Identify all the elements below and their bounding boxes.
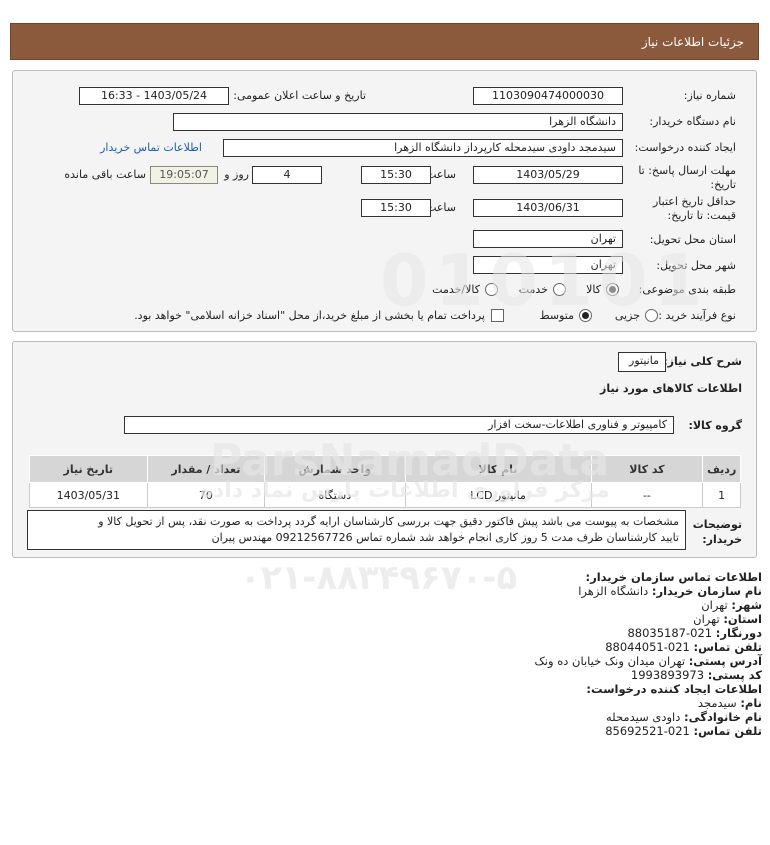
buyer-notes-line-2: تایید کارشناسان ظرف مدت 5 روز کاری انجام… bbox=[211, 531, 679, 544]
city-label: شهر محل تحویل: bbox=[656, 259, 736, 272]
contact-city: شهر: تهران bbox=[701, 598, 762, 612]
city-field[interactable]: تهران bbox=[473, 256, 623, 274]
validity-date-field[interactable]: 1403/06/31 bbox=[473, 199, 623, 217]
category-goods-service-radio[interactable] bbox=[485, 283, 498, 296]
col-header-date: تاریخ نیاز bbox=[29, 455, 148, 483]
validity-label-1: حداقل تاریخ اعتبار bbox=[652, 195, 736, 208]
cell-unit: دستگاه bbox=[264, 482, 406, 508]
creator-family: نام خانوادگی: داودی سیدمحله bbox=[606, 710, 762, 724]
contact-province: استان: تهران bbox=[693, 612, 762, 626]
treasury-payment-checkbox[interactable] bbox=[491, 309, 504, 322]
contact-title: اطلاعات تماس سازمان خریدار: bbox=[585, 570, 762, 584]
buyer-org-label: نام دستگاه خریدار: bbox=[649, 115, 736, 128]
announce-field[interactable]: 1403/05/24 - 16:33 bbox=[79, 87, 229, 105]
announce-label: تاریخ و ساعت اعلان عمومی: bbox=[233, 89, 366, 102]
contact-fax: دورنگار: 021-88035187 bbox=[627, 626, 762, 640]
category-goods-label: کالا bbox=[586, 283, 601, 296]
buyer-org-field[interactable]: دانشگاه الزهرا bbox=[173, 113, 623, 131]
buyer-notes-label-2: خریدار: bbox=[702, 533, 742, 546]
goods-group-label: گروه کالا: bbox=[688, 419, 742, 432]
table-header-row: ردیف کد کالا نام کالا واحد شمارش تعداد /… bbox=[29, 455, 741, 483]
category-service-label: خدمت bbox=[518, 283, 548, 296]
contact-org: نام سازمان خریدار: دانشگاه الزهرا bbox=[578, 584, 762, 598]
creator-name: نام: سیدمجد bbox=[697, 696, 762, 710]
cell-code: -- bbox=[590, 482, 704, 508]
category-service-radio[interactable] bbox=[553, 283, 566, 296]
buyer-notes-box: مشخصات به پیوست می باشد پیش فاکتور دقیق … bbox=[27, 510, 686, 550]
col-header-unit: واحد شمارش bbox=[264, 455, 406, 483]
summary-field[interactable]: مانیتور bbox=[618, 352, 666, 372]
page-header: جزئیات اطلاعات نیاز bbox=[10, 23, 759, 60]
need-number-label: شماره نیاز: bbox=[683, 89, 736, 102]
process-minor-label: جزیی bbox=[614, 309, 640, 322]
category-goods-radio[interactable] bbox=[606, 283, 619, 296]
creator-title: اطلاعات ایجاد کننده درخواست: bbox=[586, 682, 762, 696]
need-info-panel: شماره نیاز: 1103090474000030 تاریخ و ساع… bbox=[12, 70, 757, 332]
buyer-notes-label-1: توضیحات bbox=[692, 518, 742, 531]
process-minor-radio[interactable] bbox=[645, 309, 658, 322]
cell-row-number: 1 bbox=[702, 482, 741, 508]
validity-time-field[interactable]: 15:30 bbox=[361, 199, 431, 217]
need-number-field[interactable]: 1103090474000030 bbox=[473, 87, 623, 105]
province-field[interactable]: تهران bbox=[473, 230, 623, 248]
goods-table: ردیف کد کالا نام کالا واحد شمارش تعداد /… bbox=[29, 455, 741, 508]
category-label: طبقه بندی موضوعی: bbox=[638, 283, 736, 296]
deadline-time-field[interactable]: 15:30 bbox=[361, 166, 431, 184]
contact-phone: تلفن تماس: 021-88044051 bbox=[605, 640, 762, 654]
days-field[interactable]: 4 bbox=[252, 166, 322, 184]
buyer-notes-line-1: مشخصات به پیوست می باشد پیش فاکتور دقیق … bbox=[98, 515, 679, 528]
buyer-contact-link[interactable]: اطلاعات تماس خریدار bbox=[100, 141, 202, 154]
col-header-code: کد کالا bbox=[590, 455, 704, 483]
page-title: جزئیات اطلاعات نیاز bbox=[641, 35, 744, 49]
deadline-date-field[interactable]: 1403/05/29 bbox=[473, 166, 623, 184]
creator-label: ایجاد کننده درخواست: bbox=[634, 141, 736, 154]
cell-date: 1403/05/31 bbox=[29, 482, 148, 508]
validity-label-2: قیمت: تا تاریخ: bbox=[667, 209, 736, 222]
col-header-row-number: ردیف bbox=[702, 455, 741, 483]
process-label: نوع فرآیند خرید : bbox=[658, 309, 736, 322]
watermark-phone: ۰۲۱-۸۸۳۴۹۶۷۰-۵ bbox=[240, 558, 518, 598]
category-goods-service-label: کالا/خدمت bbox=[432, 283, 480, 296]
goods-group-field[interactable]: کامپیوتر و فناوری اطلاعات-سخت افزار bbox=[124, 416, 674, 434]
days-label: روز و bbox=[224, 168, 249, 181]
summary-label: شرح کلی نیاز: bbox=[663, 355, 742, 368]
cell-name: مانیتور LCD bbox=[404, 482, 592, 508]
treasury-payment-text: پرداخت تمام یا بخشی از مبلغ خرید،از محل … bbox=[134, 309, 485, 322]
process-medium-radio[interactable] bbox=[579, 309, 592, 322]
contact-postal: کد پستی: 1993893973 bbox=[630, 668, 762, 682]
process-medium-label: متوسط bbox=[539, 309, 574, 322]
creator-field[interactable]: سیدمجد داودی سیدمحله کارپرداز دانشگاه ال… bbox=[223, 139, 623, 157]
creator-phone: تلفن تماس: 021-85692521 bbox=[605, 724, 762, 738]
province-label: استان محل تحویل: bbox=[649, 233, 736, 246]
table-row[interactable]: 1 -- مانیتور LCD دستگاه 70 1403/05/31 bbox=[29, 482, 741, 508]
deadline-label-1: مهلت ارسال پاسخ: تا bbox=[638, 164, 736, 177]
contact-address: آدرس پستی: تهران میدان ونک خیابان ده ونک bbox=[534, 654, 763, 668]
col-header-name: نام کالا bbox=[404, 455, 592, 483]
cell-quantity: 70 bbox=[146, 482, 266, 508]
deadline-label-2: تاریخ: bbox=[710, 178, 736, 191]
goods-info-title: اطلاعات کالاهای مورد نیاز bbox=[600, 382, 742, 395]
remaining-time-field: 19:05:07 bbox=[150, 166, 218, 184]
remaining-label: ساعت باقی مانده bbox=[64, 168, 146, 181]
col-header-quantity: تعداد / مقدار bbox=[146, 455, 266, 483]
